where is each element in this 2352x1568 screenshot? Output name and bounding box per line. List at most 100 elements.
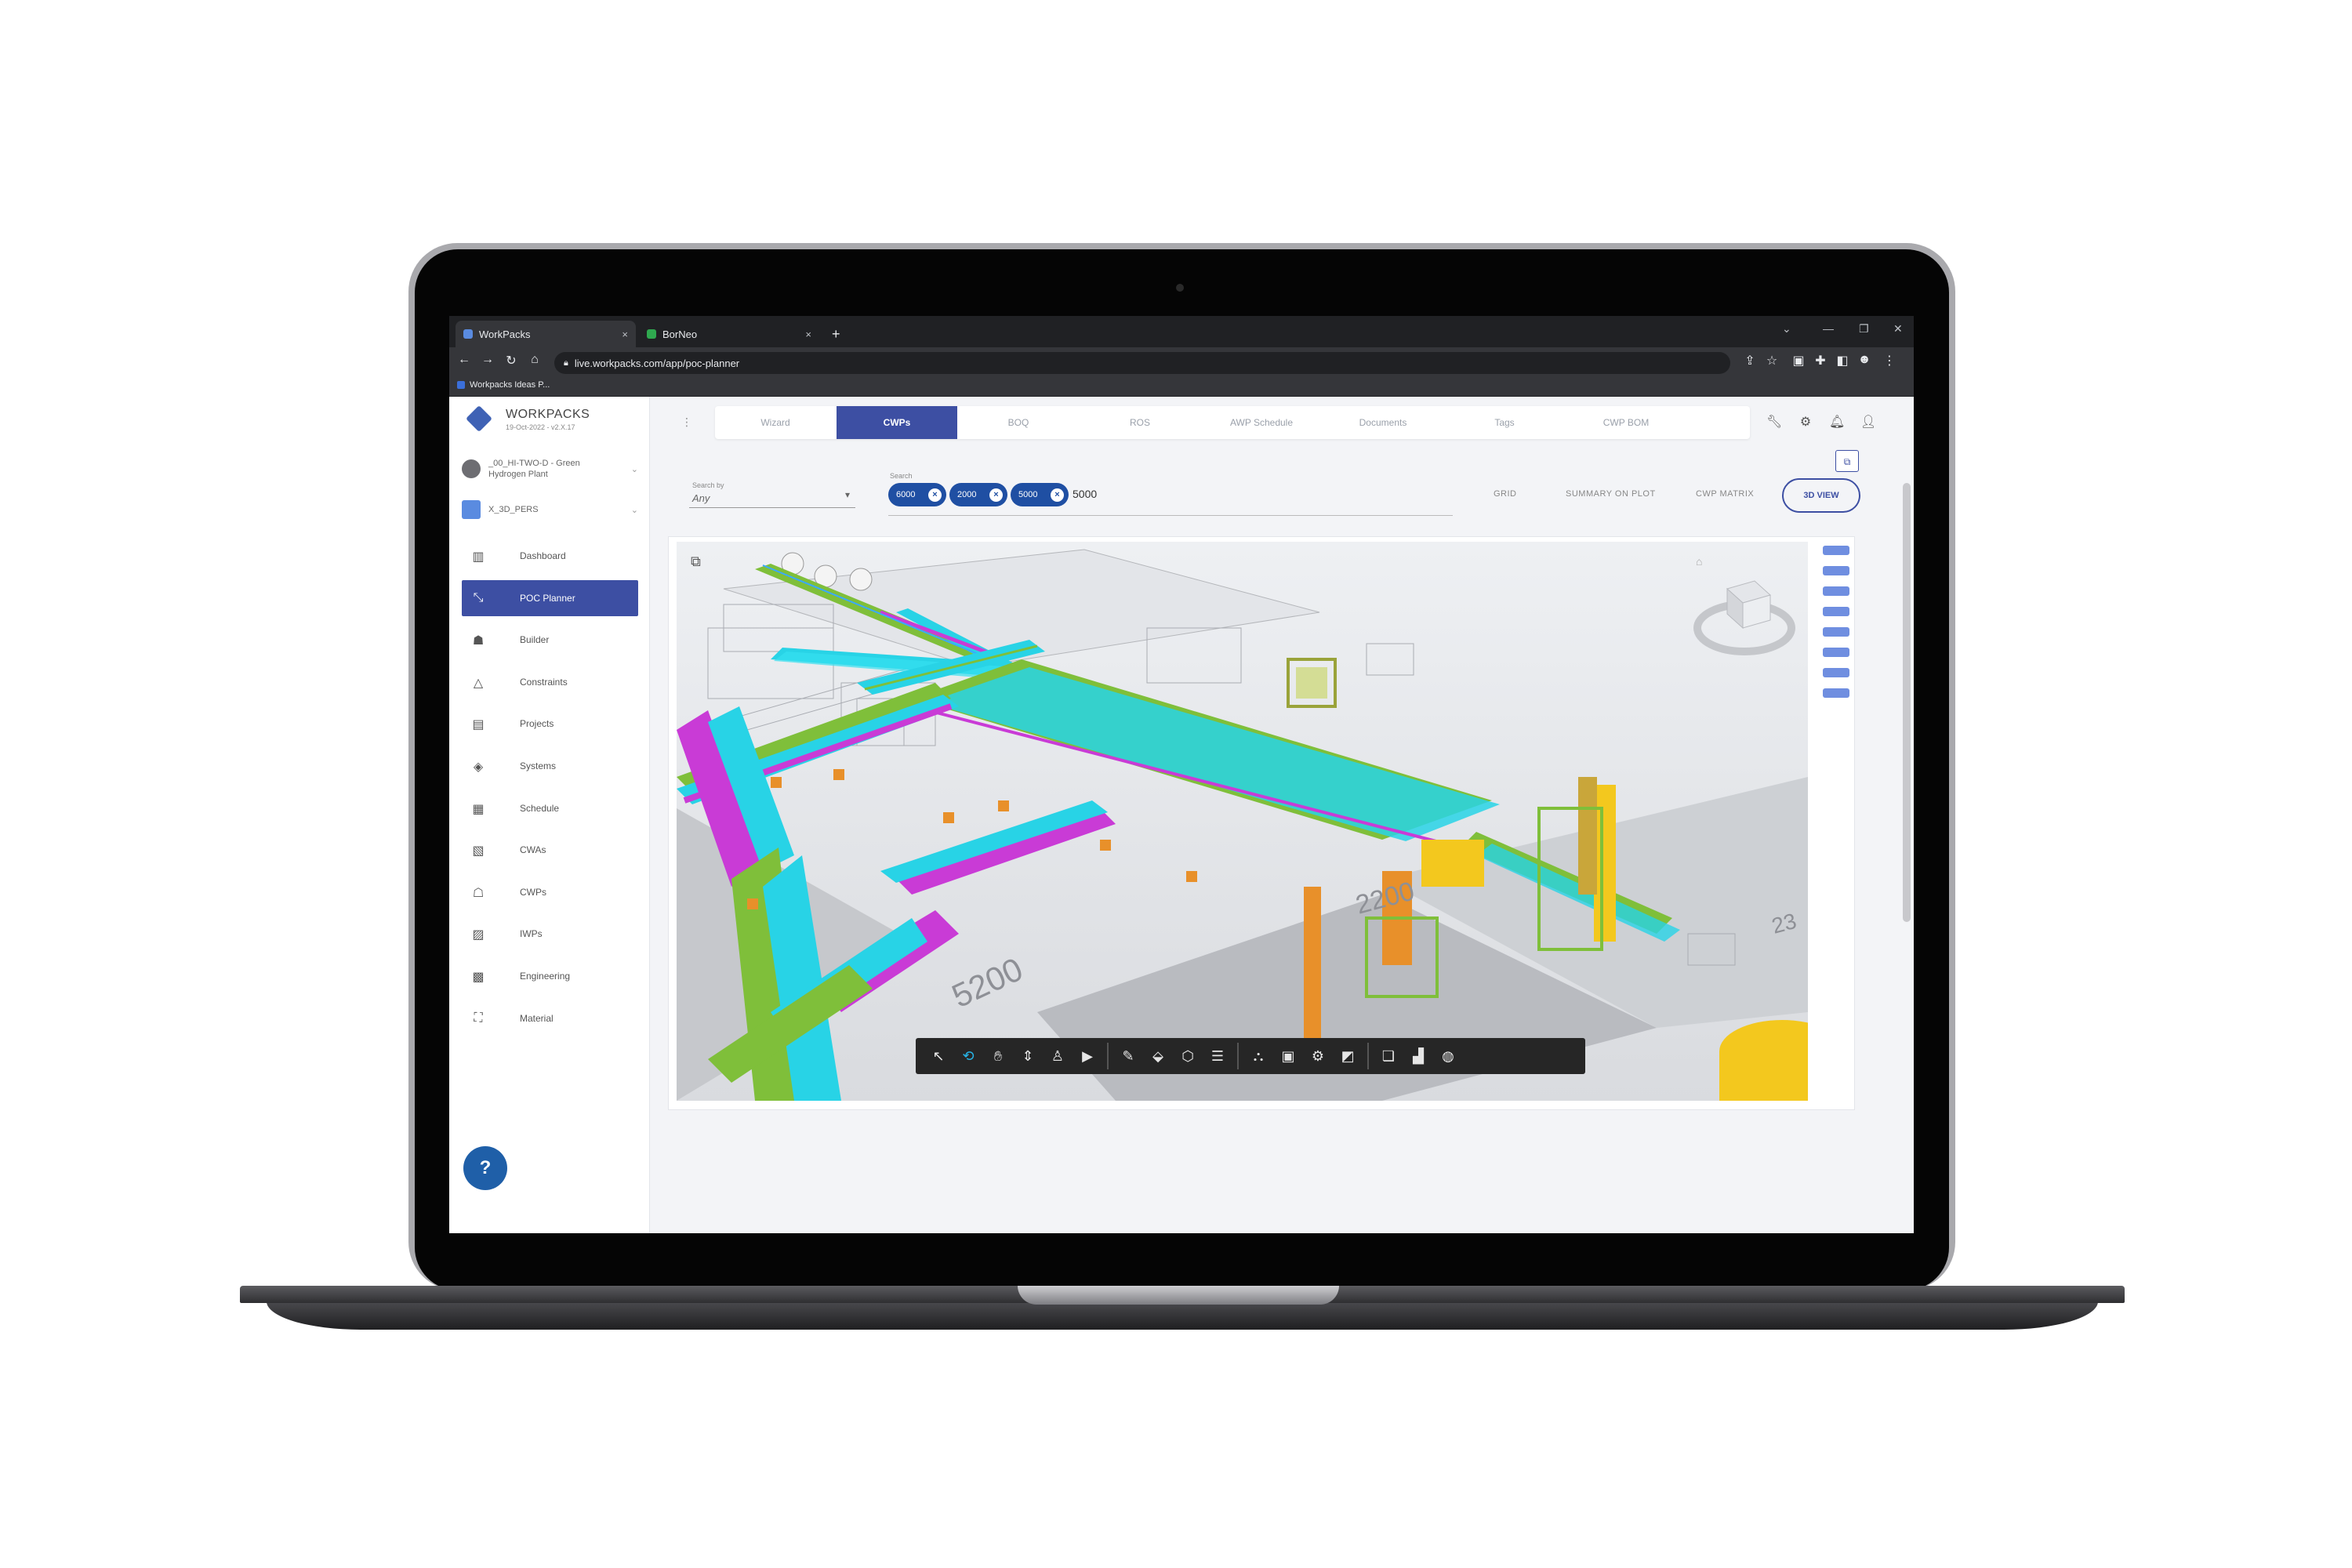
- grid-view-link[interactable]: GRID: [1494, 489, 1517, 499]
- extension-icon[interactable]: ▣: [1790, 353, 1807, 368]
- search-input[interactable]: 5000: [1073, 488, 1097, 500]
- sidebar-item-systems[interactable]: ◈ Systems: [462, 748, 638, 784]
- sidebar-item-projects[interactable]: ▤ Projects: [462, 706, 638, 742]
- level-marker[interactable]: [1823, 566, 1849, 575]
- tab-cwps[interactable]: CWPs: [837, 406, 957, 439]
- level-marker[interactable]: [1823, 607, 1849, 616]
- tab-awp-schedule[interactable]: AWP Schedule: [1201, 406, 1322, 439]
- close-tab-icon[interactable]: ×: [805, 328, 811, 340]
- back-icon[interactable]: ←: [456, 353, 473, 367]
- 3d-view-button[interactable]: 3D VIEW: [1782, 478, 1860, 513]
- help-button[interactable]: ?: [463, 1146, 507, 1190]
- gear-icon[interactable]: ⚙: [1798, 414, 1813, 430]
- browser-tab-borneo[interactable]: BorNeo ×: [639, 321, 819, 347]
- viewer-toolbar: ↖ ⟲ ✋︎ ⇕ ♙ ▶ ✎ ⬙ ⬡ ☰ ⛬ ▣ ⚙ ◩ ❏ ▟ ◍: [916, 1038, 1585, 1074]
- sidebar-item-label: Systems: [520, 760, 557, 771]
- summary-on-plot-link[interactable]: SUMMARY ON PLOT: [1566, 489, 1656, 499]
- tab-cwp-bom[interactable]: CWP BOM: [1566, 406, 1686, 439]
- home-view-icon[interactable]: ⌂: [1696, 555, 1702, 568]
- star-icon[interactable]: ☆: [1763, 353, 1780, 368]
- settings-icon[interactable]: ⚙: [1303, 1041, 1333, 1071]
- search-by-select[interactable]: Any: [692, 492, 710, 504]
- tab-ros[interactable]: ROS: [1080, 406, 1200, 439]
- document-browser-icon[interactable]: ❏: [1374, 1041, 1403, 1071]
- caret-down-icon[interactable]: ▾: [845, 489, 850, 500]
- explode-tool-icon[interactable]: ⬡: [1173, 1041, 1203, 1071]
- page-scrollbar[interactable]: [1903, 483, 1911, 922]
- sidebar-item-poc-planner[interactable]: ⤡ POC Planner: [462, 580, 638, 616]
- tab-documents[interactable]: Documents: [1323, 406, 1443, 439]
- profile-icon[interactable]: ☻: [1856, 353, 1873, 367]
- sidebar-item-constraints[interactable]: △ Constraints: [462, 664, 638, 700]
- puzzle-icon[interactable]: ✚: [1812, 353, 1829, 368]
- 3d-model-scene[interactable]: 5200 2200 23 ⌂: [677, 542, 1808, 1101]
- sidebar-item-builder[interactable]: ☗ Builder: [462, 622, 638, 658]
- filter-chip[interactable]: 6000 ×: [888, 483, 946, 506]
- bookmark-item[interactable]: Workpacks Ideas P...: [457, 380, 550, 390]
- close-tab-icon[interactable]: ×: [622, 328, 628, 340]
- sidebar-item-cwas[interactable]: ▧ CWAs: [462, 832, 638, 868]
- browser-tab-workpacks[interactable]: WorkPacks ×: [456, 321, 636, 347]
- level-marker[interactable]: [1823, 627, 1849, 637]
- bell-icon[interactable]: 🔔︎: [1829, 414, 1845, 430]
- menu-icon[interactable]: ⋮: [1881, 353, 1898, 368]
- sidebar-item-cwps[interactable]: ☖ CWPs: [462, 874, 638, 910]
- fullscreen-icon[interactable]: ⧉: [691, 554, 701, 570]
- sidebar-item-engineering[interactable]: ▩ Engineering: [462, 958, 638, 994]
- pan-tool-icon[interactable]: ✋︎: [983, 1041, 1013, 1071]
- sidepanel-icon[interactable]: ◧: [1834, 353, 1851, 368]
- zoom-tool-icon[interactable]: ⇕: [1013, 1041, 1043, 1071]
- walk-tool-icon[interactable]: ♙: [1043, 1041, 1073, 1071]
- model-browser-icon[interactable]: ⛬: [1243, 1041, 1273, 1071]
- address-bar[interactable]: 🔒︎ live.workpacks.com/app/poc-planner: [554, 352, 1730, 374]
- filter-chip[interactable]: 2000 ×: [949, 483, 1007, 506]
- camera-tool-icon[interactable]: ▶: [1073, 1041, 1102, 1071]
- remove-chip-icon[interactable]: ×: [1051, 488, 1064, 502]
- sidebar-item-iwps[interactable]: ▨ IWPs: [462, 916, 638, 952]
- share-icon[interactable]: ⇪: [1741, 353, 1759, 368]
- tab-tags[interactable]: Tags: [1444, 406, 1565, 439]
- level-marker[interactable]: [1823, 668, 1849, 677]
- sidebar-item-schedule[interactable]: ▦ Schedule: [462, 790, 638, 826]
- fullscreen-toggle-icon[interactable]: ◩: [1333, 1041, 1363, 1071]
- close-window-button[interactable]: ✕: [1893, 322, 1903, 336]
- tab-boq[interactable]: BOQ: [958, 406, 1079, 439]
- browser-tab-label: BorNeo: [662, 328, 698, 340]
- new-tab-button[interactable]: +: [824, 321, 848, 347]
- sidebar-item-material[interactable]: ⛶ Material: [462, 1000, 638, 1036]
- planner-icon: ⤡: [473, 591, 484, 604]
- layers-tool-icon[interactable]: ☰: [1203, 1041, 1232, 1071]
- forward-icon[interactable]: →: [479, 353, 496, 367]
- level-marker[interactable]: [1823, 586, 1849, 596]
- wrench-icon[interactable]: 🔧︎: [1766, 414, 1782, 430]
- measure-tool-icon[interactable]: ✎: [1113, 1041, 1143, 1071]
- more-options-icon[interactable]: ⋮: [681, 416, 692, 429]
- filter-chip[interactable]: 5000 ×: [1011, 483, 1069, 506]
- chip-label: 2000: [957, 490, 977, 499]
- visual-styles-icon[interactable]: ◍: [1433, 1041, 1463, 1071]
- project-selector[interactable]: _00_HI-TWO-D - Green Hydrogen Plant ⌄: [462, 453, 638, 485]
- reload-icon[interactable]: ↻: [503, 353, 520, 368]
- maximize-button[interactable]: ❐: [1859, 322, 1869, 336]
- remove-chip-icon[interactable]: ×: [989, 488, 1003, 502]
- select-tool-icon[interactable]: ↖: [924, 1041, 953, 1071]
- cwp-matrix-link[interactable]: CWP MATRIX: [1696, 489, 1754, 499]
- level-marker[interactable]: [1823, 546, 1849, 555]
- builder-icon: ☗: [472, 634, 485, 648]
- section-tool-icon[interactable]: ⬙: [1143, 1041, 1173, 1071]
- level-marker[interactable]: [1823, 648, 1849, 657]
- home-icon[interactable]: ⌂: [526, 353, 543, 367]
- hierarchy-toggle-button[interactable]: ⧉: [1835, 450, 1859, 472]
- orbit-tool-icon[interactable]: ⟲: [953, 1041, 983, 1071]
- level-marker[interactable]: [1823, 688, 1849, 698]
- tab-wizard[interactable]: Wizard: [715, 406, 836, 439]
- model-selector[interactable]: X_3D_PERS ⌄: [462, 494, 638, 525]
- user-icon[interactable]: 👤︎: [1860, 414, 1876, 430]
- sidebar-item-dashboard[interactable]: ▥ Dashboard: [462, 538, 638, 574]
- remove-chip-icon[interactable]: ×: [928, 488, 942, 502]
- minimize-button[interactable]: —: [1823, 322, 1834, 335]
- data-chart-icon[interactable]: ▟: [1403, 1041, 1433, 1071]
- properties-icon[interactable]: ▣: [1273, 1041, 1303, 1071]
- 3d-viewer[interactable]: 5200 2200 23 ⌂: [677, 542, 1808, 1101]
- tab-search-icon[interactable]: ⌄: [1782, 322, 1791, 336]
